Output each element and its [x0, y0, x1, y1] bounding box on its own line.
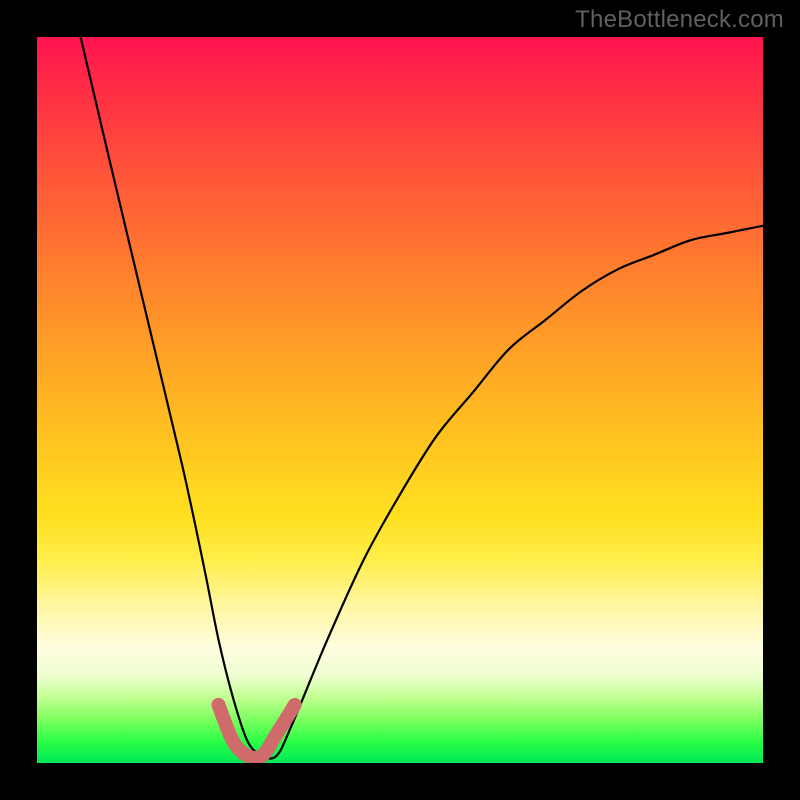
optimal-region-highlight: [219, 705, 295, 758]
attribution-text: TheBottleneck.com: [575, 6, 784, 34]
chart-frame: TheBottleneck.com: [0, 0, 800, 800]
curve-layer: [37, 37, 763, 763]
plot-area: [37, 37, 763, 763]
bottleneck-curve: [81, 37, 763, 759]
